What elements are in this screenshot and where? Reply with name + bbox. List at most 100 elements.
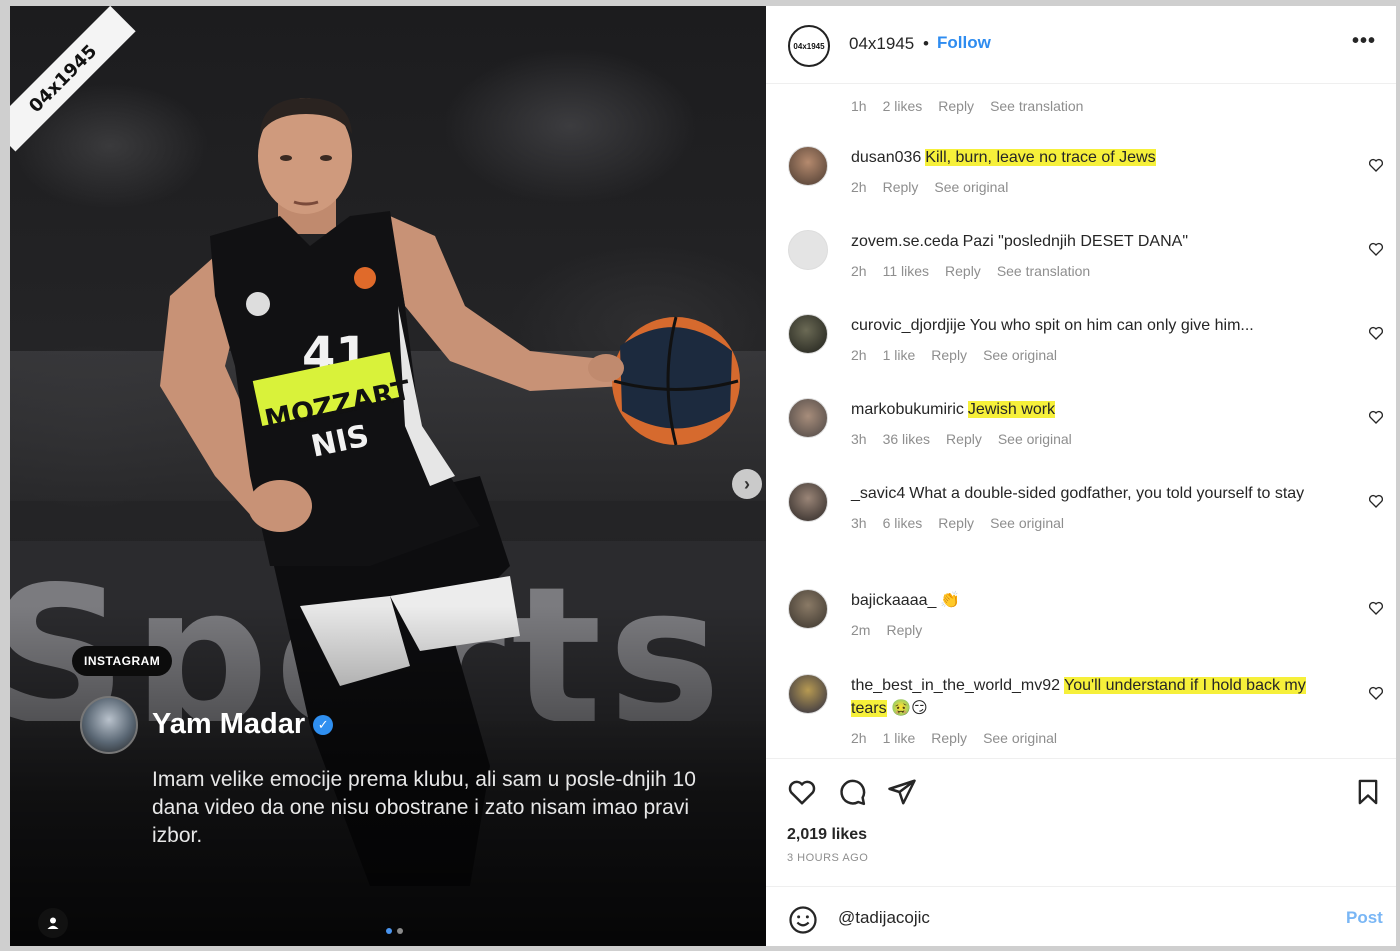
comment-likes[interactable]: 2 likes — [883, 98, 923, 114]
comment-body: curovic_djordjije You who spit on him can… — [851, 314, 1337, 367]
comment-composer: Post — [766, 886, 1396, 946]
carousel-next-button[interactable]: › — [732, 469, 762, 499]
instagram-source-chip: INSTAGRAM — [72, 646, 173, 676]
comment-likes[interactable]: 6 likes — [883, 512, 923, 535]
post-header: 04x1945 04x1945 • Follow ••• — [766, 6, 1396, 84]
commenter-username[interactable]: _savic4 — [851, 485, 905, 502]
post-likes-count[interactable]: 2,019 likes — [787, 826, 867, 844]
reply-button[interactable]: Reply — [945, 260, 981, 283]
comment-likes[interactable]: 1 like — [883, 727, 916, 750]
reply-button[interactable]: Reply — [946, 428, 982, 451]
verified-badge-icon: ✓ — [313, 714, 334, 735]
comment-body: the_best_in_the_world_mv92 You'll underst… — [851, 674, 1337, 750]
comment-body: markobukumiric Jewish work 3h 36 likes Re… — [851, 398, 1337, 451]
comment-meta: 1h 2 likes Reply See translation — [851, 98, 1083, 114]
commenter-username[interactable]: curovic_djordjije — [851, 317, 966, 334]
user-icon — [47, 917, 59, 929]
quoted-user-avatar — [80, 696, 138, 754]
carousel-dot-active — [386, 928, 392, 934]
comment-text: 👏 — [940, 592, 961, 609]
comment-input[interactable] — [838, 905, 1318, 931]
reply-button[interactable]: Reply — [883, 176, 919, 199]
like-comment-icon[interactable] — [1368, 600, 1384, 616]
comment-text: Pazi "poslednjih DESET DANA" — [962, 233, 1188, 250]
like-comment-icon[interactable] — [1368, 493, 1384, 509]
comment-meta: 2h 11 likes Reply See translation — [851, 260, 1337, 283]
account-username[interactable]: 04x1945 — [849, 34, 914, 54]
commenter-username[interactable]: markobukumiric — [851, 401, 964, 418]
comment-meta: 3h 6 likes Reply See original — [851, 512, 1337, 535]
see-original-button[interactable]: See original — [998, 428, 1072, 451]
commenter-avatar[interactable] — [788, 230, 828, 270]
reply-button[interactable]: Reply — [886, 619, 922, 642]
more-options-icon[interactable]: ••• — [1352, 30, 1376, 53]
quoted-user-name: Yam Madar ✓ — [152, 708, 334, 741]
comment-text: You who spit on him can only give him... — [969, 317, 1254, 334]
comment-meta: 2h 1 like Reply See original — [851, 344, 1337, 367]
comment-likes[interactable]: 1 like — [883, 344, 916, 367]
quoted-post-text: Imam velike emocije prema klubu, ali sam… — [152, 768, 696, 847]
reply-button[interactable]: Reply — [931, 727, 967, 750]
account-avatar[interactable]: 04x1945 — [788, 25, 830, 67]
see-translation-button[interactable]: See translation — [990, 98, 1083, 114]
header-separator: • — [923, 34, 929, 53]
chevron-right-icon: › — [744, 473, 750, 494]
comment-body: bajickaaaa_ 👏 2m Reply — [851, 589, 1337, 642]
see-original-button[interactable]: See original — [983, 344, 1057, 367]
post-image: Sports 41 MOZZART NIS — [10, 6, 766, 946]
post-sidebar: 04x1945 04x1945 • Follow ••• 1h 2 likes … — [766, 6, 1396, 946]
see-translation-button[interactable]: See translation — [997, 260, 1090, 283]
share-icon[interactable] — [886, 777, 918, 807]
like-comment-icon[interactable] — [1368, 157, 1384, 173]
reply-button[interactable]: Reply — [931, 344, 967, 367]
comment-meta: 2h Reply See original — [851, 176, 1337, 199]
comment-time: 3h — [851, 431, 867, 447]
comment-body: _savic4 What a double-sided godfather, yo… — [851, 482, 1337, 535]
comment-text: What a double-sided godfather, you told … — [909, 485, 1305, 502]
follow-button[interactable]: Follow — [937, 33, 991, 53]
comment-icon[interactable] — [836, 777, 868, 807]
heart-icon[interactable] — [786, 777, 818, 807]
comment-time: 1h — [851, 98, 867, 114]
comment-meta: 2h 1 like Reply See original — [851, 727, 1337, 750]
bookmark-icon[interactable] — [1354, 777, 1382, 807]
commenter-avatar[interactable] — [788, 482, 828, 522]
see-original-button[interactable]: See original — [983, 727, 1057, 750]
comment-likes[interactable]: 36 likes — [883, 428, 930, 451]
tagged-users-button[interactable] — [38, 908, 68, 938]
account-avatar-logo: 04x1945 — [793, 41, 825, 51]
reply-button[interactable]: Reply — [938, 98, 974, 114]
commenter-username[interactable]: bajickaaaa_ — [851, 592, 936, 609]
post-comment-button[interactable]: Post — [1346, 908, 1383, 928]
commenter-username[interactable]: the_best_in_the_world_mv92 — [851, 677, 1060, 694]
like-comment-icon[interactable] — [1368, 409, 1384, 425]
commenter-avatar[interactable] — [788, 398, 828, 438]
reply-button[interactable]: Reply — [938, 512, 974, 535]
comment-time: 2h — [851, 263, 867, 279]
comment-text: Kill, burn, leave no trace of Jews — [925, 149, 1156, 166]
comment-time: 2h — [851, 347, 867, 363]
commenter-username[interactable]: zovem.se.ceda — [851, 233, 959, 250]
emoji-icon[interactable] — [788, 905, 818, 935]
commenter-avatar[interactable] — [788, 589, 828, 629]
like-comment-icon[interactable] — [1368, 241, 1384, 257]
comment-meta: 2m Reply — [851, 619, 1337, 642]
like-comment-icon[interactable] — [1368, 325, 1384, 341]
carousel-indicator — [386, 928, 403, 934]
commenter-avatar[interactable] — [788, 146, 828, 186]
commenter-avatar[interactable] — [788, 674, 828, 714]
commenter-username[interactable]: dusan036 — [851, 149, 921, 166]
comment-emoji: 🤢😏 — [891, 700, 928, 717]
quoted-user-name-text: Yam Madar — [152, 708, 306, 740]
commenter-avatar[interactable] — [788, 314, 828, 354]
comment-time: 2h — [851, 730, 867, 746]
comment-time: 3h — [851, 515, 867, 531]
see-original-button[interactable]: See original — [934, 176, 1008, 199]
comment-body: zovem.se.ceda Pazi "poslednjih DESET DANA… — [851, 230, 1337, 283]
comment-time: 2m — [851, 622, 871, 638]
see-original-button[interactable]: See original — [990, 512, 1064, 535]
comment-likes[interactable]: 11 likes — [883, 260, 929, 283]
comment-text: Jewish work — [967, 401, 1056, 418]
post-timestamp: 3 HOURS AGO — [787, 852, 869, 864]
like-comment-icon[interactable] — [1368, 685, 1384, 701]
